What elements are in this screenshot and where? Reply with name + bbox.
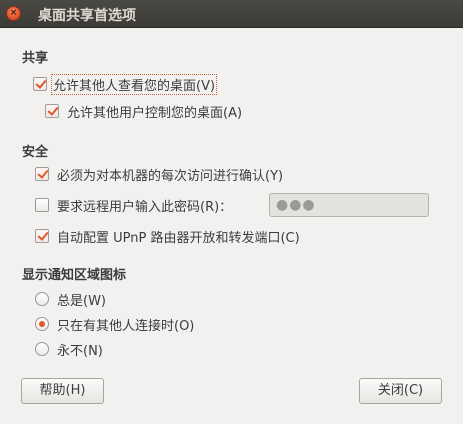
allow-view-option[interactable]: 允许其他人查看您的桌面(V) (33, 73, 218, 95)
upnp-checkbox[interactable] (35, 229, 49, 243)
require-password-label: 要求远程用户输入此密码(R)： (57, 199, 233, 215)
help-button[interactable]: 帮助(H) (21, 378, 104, 404)
allow-control-checkbox[interactable] (45, 104, 59, 118)
notify-when-connected-radio[interactable] (35, 317, 49, 331)
sharing-section-header: 共享 (22, 51, 49, 66)
notification-section-header: 显示通知区域图标 (22, 268, 127, 283)
security-section-header: 安全 (22, 145, 49, 160)
allow-view-label: 允许其他人查看您的桌面(V) (50, 73, 218, 95)
confirm-access-option[interactable]: 必须为对本机器的每次访问进行确认(Y) (35, 165, 284, 184)
allow-control-option[interactable]: 允许其他用户控制您的桌面(A) (45, 102, 243, 121)
notify-always-radio[interactable] (35, 292, 49, 306)
window-close-icon[interactable]: × (6, 6, 21, 21)
notify-never-radio[interactable] (35, 342, 49, 356)
notify-never-label: 永不(N) (57, 343, 103, 359)
confirm-access-label: 必须为对本机器的每次访问进行确认(Y) (57, 168, 284, 184)
allow-control-label: 允许其他用户控制您的桌面(A) (67, 105, 243, 121)
upnp-option[interactable]: 自动配置 UPnP 路由器开放和转发端口(C) (35, 227, 300, 246)
upnp-label: 自动配置 UPnP 路由器开放和转发端口(C) (57, 230, 300, 246)
notify-when-connected-label: 只在有其他人连接时(O) (57, 318, 195, 334)
password-field[interactable]: ●●● (269, 193, 429, 217)
notify-always-label: 总是(W) (57, 293, 106, 309)
confirm-access-checkbox[interactable] (35, 167, 49, 181)
allow-view-checkbox[interactable] (33, 77, 47, 91)
notify-always-option[interactable]: 总是(W) (35, 290, 106, 309)
require-password-checkbox[interactable] (35, 198, 49, 212)
close-button[interactable]: 关闭(C) (359, 378, 442, 404)
notify-when-connected-option[interactable]: 只在有其他人连接时(O) (35, 315, 195, 334)
notify-never-option[interactable]: 永不(N) (35, 340, 103, 359)
window-title: 桌面共享首选项 (38, 8, 136, 24)
require-password-option[interactable]: 要求远程用户输入此密码(R)： (35, 196, 233, 215)
title-bar: × 桌面共享首选项 (0, 0, 463, 28)
